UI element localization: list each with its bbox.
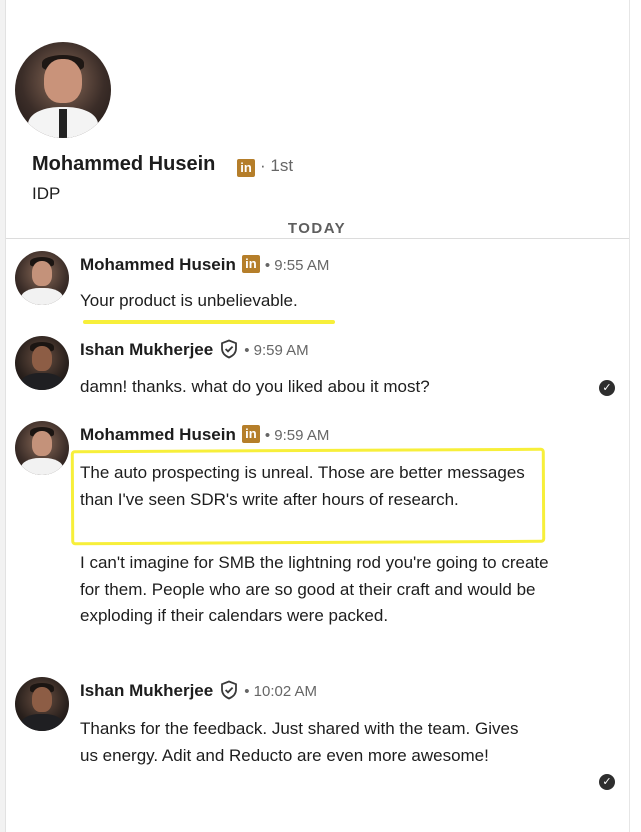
message-text: I can't imagine for SMB the lightning ro… <box>80 553 549 625</box>
message-sender: Mohammed Husein in • 9:55 AM <box>80 254 330 275</box>
sender-name[interactable]: Mohammed Husein <box>80 425 236 444</box>
linkedin-premium-icon: in <box>237 159 255 177</box>
message-text: Thanks for the feedback. Just shared wit… <box>80 719 519 765</box>
read-receipt-icon: ✓ <box>599 380 615 396</box>
avatar[interactable] <box>15 421 69 475</box>
day-divider-line <box>6 238 629 239</box>
sender-name[interactable]: Mohammed Husein <box>80 255 236 274</box>
verified-shield-icon <box>221 680 238 699</box>
read-receipt-icon: ✓ <box>599 774 615 790</box>
verified-shield-icon <box>221 339 238 358</box>
profile-headline: IDP <box>32 184 61 203</box>
sender-name[interactable]: Ishan Mukherjee <box>80 681 213 700</box>
message-time: • 9:55 AM <box>264 257 330 274</box>
avatar[interactable] <box>15 336 69 390</box>
linkedin-premium-icon: in <box>241 424 260 443</box>
highlight-underline <box>83 320 335 324</box>
message-sender: Ishan Mukherjee • 9:59 AM <box>80 339 309 361</box>
message-text: Your product is unbelievable. <box>80 291 298 310</box>
avatar[interactable] <box>15 251 69 305</box>
message-time: • 9:59 AM <box>264 427 330 444</box>
sender-name[interactable]: Ishan Mukherjee <box>80 340 213 359</box>
linkedin-premium-icon: in <box>241 254 260 273</box>
profile-name[interactable]: Mohammed Husein <box>32 153 215 176</box>
message-time: • 9:59 AM <box>244 342 309 359</box>
message-text: damn! thanks. what do you liked abou it … <box>80 377 430 396</box>
profile-avatar[interactable] <box>15 42 111 138</box>
scrollbar-track[interactable] <box>629 0 641 832</box>
avatar[interactable] <box>15 677 69 731</box>
left-panel-edge <box>0 0 6 832</box>
connection-degree: · 1st <box>260 156 294 175</box>
message-sender: Ishan Mukherjee • 10:02 AM <box>80 680 318 702</box>
highlight-box <box>70 447 546 546</box>
day-divider-label: TODAY <box>276 220 358 237</box>
message-time: • 10:02 AM <box>244 683 318 700</box>
message-sender: Mohammed Husein in • 9:59 AM <box>80 424 330 445</box>
